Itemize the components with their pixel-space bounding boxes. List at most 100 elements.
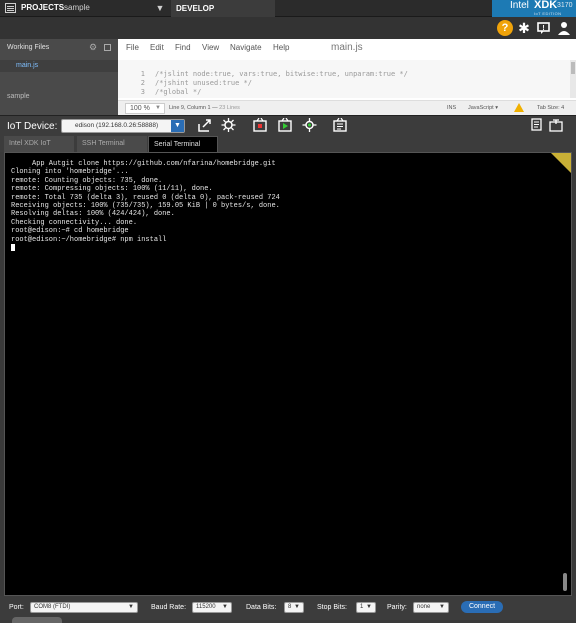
file-sidebar: Working Files ⚙ main.js sample	[0, 39, 118, 115]
terminal-line: Receiving objects: 100% (735/735), 159.0…	[11, 202, 280, 211]
projects-icon[interactable]	[5, 3, 16, 13]
insert-mode[interactable]: INS	[447, 105, 456, 111]
scrollbar-thumb[interactable]	[571, 62, 575, 74]
copy-icon[interactable]	[529, 118, 544, 132]
terminal-line: remote: Total 735 (delta 3), reused 0 (d…	[11, 193, 280, 202]
line-text: /*jslint node:true, vars:true, bitwise:t…	[155, 70, 408, 78]
clear-icon[interactable]	[549, 118, 564, 132]
chevron-down-icon: ▼	[171, 120, 184, 132]
code-editor: File Edit Find View Navigate Help main.j…	[118, 39, 576, 115]
user-icon[interactable]	[556, 20, 572, 36]
menu-file[interactable]: File	[126, 43, 139, 52]
code-line: 2 /*jshint unused:true */	[118, 79, 558, 88]
working-file-label: main.js	[16, 62, 39, 69]
chevron-down-icon: ▼	[294, 604, 300, 610]
chevron-down-icon: ▼	[366, 604, 372, 610]
port-label: Port:	[9, 604, 24, 611]
data-bits-select[interactable]: 8 ▼	[284, 602, 304, 613]
menu-find[interactable]: Find	[175, 43, 191, 52]
port-select[interactable]: COM8 (FTDI) ▼	[30, 602, 138, 613]
working-files-label: Working Files	[7, 44, 50, 51]
port-value: COM8 (FTDI)	[34, 604, 71, 610]
gear-icon[interactable]: ✱	[516, 20, 532, 36]
code-area[interactable]: 1 /*jslint node:true, vars:true, bitwise…	[118, 60, 570, 98]
data-bits-label: Data Bits:	[246, 604, 277, 611]
line-number: 3	[140, 88, 145, 96]
open-file-title: main.js	[331, 42, 363, 53]
parity-select[interactable]: none ▼	[413, 602, 449, 613]
language-select[interactable]: JavaScript ▾	[468, 105, 498, 111]
brand-xdk: XDK	[534, 0, 558, 11]
terminal-line: remote: Compressing objects: 100% (11/11…	[11, 185, 213, 194]
terminal-line: Resolving deltas: 100% (424/424), done.	[11, 210, 175, 219]
baud-rate-select[interactable]: 115200 ▼	[192, 602, 232, 613]
line-number: 1	[140, 70, 145, 78]
tab-size[interactable]: Tab Size: 4	[537, 105, 564, 111]
help-icon[interactable]: ?	[497, 20, 513, 36]
split-view-icon[interactable]	[104, 44, 111, 51]
parity-label: Parity:	[387, 604, 407, 611]
terminal-cursor	[11, 244, 15, 251]
debug-icon[interactable]	[302, 118, 317, 132]
tab-intel-xdk-iot[interactable]: Intel XDK IoT	[4, 136, 74, 152]
chevron-down-icon: ▼	[128, 604, 134, 610]
upload-icon[interactable]	[197, 118, 212, 132]
iot-device-label: IoT Device:	[7, 121, 58, 132]
line-text: /*global */	[155, 88, 202, 96]
serial-settings-bar: Port: COM8 (FTDI) ▼ Baud Rate: 115200 ▼ Da…	[0, 596, 576, 620]
terminal-line: App Autgit clone https://github.com/nfar…	[11, 160, 276, 168]
gear-icon[interactable]: ⚙	[89, 42, 97, 53]
build-icon[interactable]	[221, 118, 236, 132]
connect-button[interactable]: Connect	[461, 601, 503, 613]
brand-edition: IoT EDITION	[534, 11, 562, 16]
bottom-drawer-tab[interactable]	[12, 617, 62, 623]
manage-icon[interactable]	[333, 117, 348, 132]
chevron-down-icon: ▼	[155, 105, 161, 111]
terminal-line: root@edison:~/homebridge# npm install	[11, 235, 167, 244]
brand-logo: Intel XDK 3170 IoT EDITION	[492, 0, 576, 17]
editor-menubar: File Edit Find View Navigate Help main.j…	[118, 39, 576, 58]
menu-navigate[interactable]: Navigate	[230, 43, 262, 52]
iot-device-value: edison (192.168.0.26:58888)	[75, 122, 159, 129]
chevron-down-icon: ▼	[222, 604, 228, 610]
baud-rate-value: 115200	[196, 604, 216, 610]
terminal-line: Cloning into 'homebridge'...	[11, 168, 129, 177]
project-name[interactable]: sample	[64, 3, 90, 12]
terminal-line: root@edison:~# cd homebridge	[11, 227, 129, 236]
stop-bits-select[interactable]: 1 ▼	[356, 602, 376, 613]
stop-bits-value: 1	[360, 604, 364, 610]
menu-edit[interactable]: Edit	[150, 43, 164, 52]
baud-rate-label: Baud Rate:	[151, 604, 187, 611]
global-toolbar	[0, 17, 576, 39]
brand-intel: Intel	[510, 0, 529, 11]
code-line: 1 /*jslint node:true, vars:true, bitwise…	[118, 70, 558, 79]
parity-value: none	[417, 604, 431, 610]
terminal-tabs: Intel XDK IoT SSH Terminal Serial Termin…	[0, 136, 576, 152]
feedback-icon[interactable]: !	[536, 20, 552, 36]
code-line: 3 /*global */	[118, 88, 558, 97]
project-folder-label[interactable]: sample	[7, 93, 30, 100]
zoom-select[interactable]: 100 % ▼	[125, 103, 165, 114]
editor-scrollbar[interactable]	[570, 60, 576, 98]
menu-help[interactable]: Help	[273, 43, 289, 52]
top-bar: PROJECTS sample ▼ DEVELOP Intel XDK 3170…	[0, 0, 576, 17]
chevron-down-icon[interactable]: ▼	[151, 1, 169, 15]
line-text: /*jshint unused:true */	[155, 79, 252, 87]
projects-label[interactable]: PROJECTS	[21, 3, 64, 12]
zoom-value: 100 %	[130, 105, 150, 112]
tab-serial-terminal[interactable]: Serial Terminal	[148, 136, 218, 152]
line-number: 2	[140, 79, 145, 87]
terminal-line: remote: Counting objects: 735, done.	[11, 176, 163, 185]
working-file-item[interactable]: main.js	[0, 60, 118, 72]
serial-terminal[interactable]: App Autgit clone https://github.com/nfar…	[4, 152, 572, 596]
terminal-scrollbar[interactable]	[563, 573, 567, 591]
menu-view[interactable]: View	[202, 43, 219, 52]
tab-develop[interactable]: DEVELOP	[171, 0, 275, 17]
tab-ssh-terminal[interactable]: SSH Terminal	[77, 136, 147, 152]
stop-bits-label: Stop Bits:	[317, 604, 347, 611]
stop-icon[interactable]	[253, 117, 268, 132]
run-icon[interactable]	[278, 117, 293, 132]
warning-icon[interactable]	[514, 103, 524, 112]
terminal-line: Checking connectivity... done.	[11, 218, 138, 227]
iot-device-select[interactable]: edison (192.168.0.26:58888) ▼	[61, 119, 185, 133]
